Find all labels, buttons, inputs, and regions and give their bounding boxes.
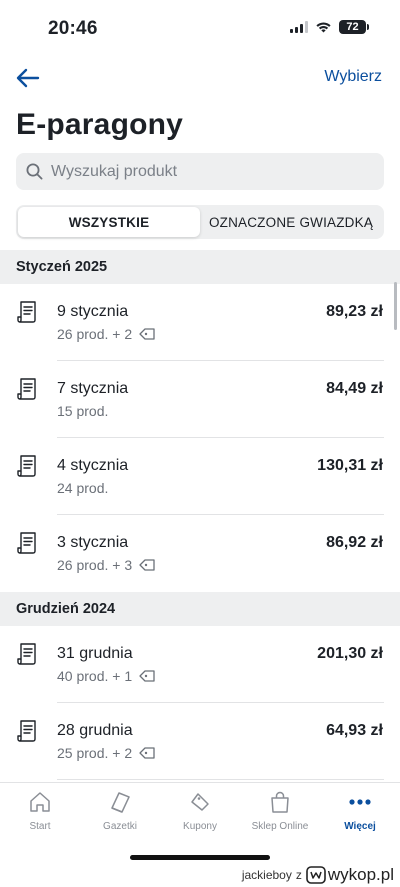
watermark-separator: z — [295, 868, 302, 882]
select-button[interactable]: Wybierz — [324, 68, 382, 86]
receipt-icon — [17, 532, 36, 554]
page-title: E-paragony — [16, 108, 184, 141]
coupon-icon — [191, 793, 209, 811]
status-icons: 72 — [290, 20, 369, 34]
receipt-icon — [17, 643, 36, 665]
receipts-list[interactable]: Styczeń 2025 9 stycznia 26 prod. + 2 89,… — [0, 250, 400, 782]
wifi-icon — [316, 22, 331, 33]
segment-all[interactable]: WSZYSTKIE — [18, 207, 200, 237]
shopping-bag-icon — [271, 791, 289, 813]
tab-gazetki[interactable]: Gazetki — [80, 789, 160, 837]
receipt-price: 130,31 zł — [317, 457, 383, 474]
receipt-date: 9 stycznia — [57, 303, 129, 320]
receipt-product-count: 15 prod. — [57, 403, 109, 419]
receipt-price: 84,49 zł — [326, 380, 383, 397]
search-input[interactable] — [51, 162, 371, 181]
coupon-tag-icon — [139, 747, 155, 759]
home-icon — [30, 792, 50, 812]
cellular-signal-icon — [290, 21, 308, 33]
segment-starred[interactable]: OZNACZONE GWIAZDKĄ — [200, 207, 382, 237]
back-button[interactable] — [14, 65, 42, 91]
receipt-row[interactable]: 7 stycznia 15 prod. 84,49 zł — [0, 361, 400, 438]
receipt-meta: 24 prod. — [57, 480, 108, 496]
receipt-price: 86,92 zł — [326, 534, 383, 551]
battery-level: 72 — [346, 21, 359, 33]
receipt-price: 64,93 zł — [326, 722, 383, 739]
receipt-date: 31 grudnia — [57, 645, 133, 662]
search-bar[interactable] — [16, 153, 384, 190]
scrollbar-thumb[interactable] — [394, 282, 397, 330]
more-icon — [349, 799, 371, 805]
coupon-tag-icon — [139, 559, 155, 571]
receipt-row[interactable]: 4 stycznia 24 prod. 130,31 zł — [0, 438, 400, 515]
section-header: Styczeń 2025 — [0, 250, 400, 284]
tab-kupony[interactable]: Kupony — [160, 789, 240, 837]
receipt-row[interactable]: 3 stycznia 26 prod. + 3 86,92 zł — [0, 515, 400, 592]
search-icon — [26, 163, 43, 180]
tab-wiecej[interactable]: Więcej — [320, 789, 400, 837]
receipt-product-count: 40 prod. + 1 — [57, 668, 133, 684]
battery-icon: 72 — [339, 20, 369, 34]
receipt-date: 7 stycznia — [57, 380, 129, 397]
receipt-meta: 15 prod. — [57, 403, 108, 419]
tab-label: Sklep Online — [251, 821, 309, 832]
receipt-product-count: 26 prod. + 2 — [57, 326, 133, 342]
status-time: 20:46 — [48, 18, 98, 39]
receipt-row[interactable]: 31 grudnia 40 prod. + 1 201,30 zł — [0, 626, 400, 703]
receipt-meta: 26 prod. + 2 — [57, 326, 156, 342]
section-header: Grudzień 2024 — [0, 592, 400, 626]
receipt-product-count: 25 prod. + 2 — [57, 745, 133, 761]
row-divider — [57, 779, 384, 780]
tab-label: Więcej — [344, 821, 376, 832]
receipt-row[interactable]: 9 stycznia 26 prod. + 2 89,23 zł — [0, 284, 400, 361]
receipt-meta: 40 prod. + 1 — [57, 668, 156, 684]
receipt-row[interactable]: 28 grudnia 25 prod. + 2 64,93 zł — [0, 703, 400, 780]
receipt-icon — [17, 378, 36, 400]
tab-label: Start — [29, 821, 51, 832]
receipt-date: 28 grudnia — [57, 722, 133, 739]
tab-label: Gazetki — [103, 821, 137, 832]
receipt-product-count: 26 prod. + 3 — [57, 557, 133, 573]
watermark-site: wykop.pl — [327, 865, 394, 884]
filter-segmented-control: WSZYSTKIE OZNACZONE GWIAZDKĄ — [16, 205, 384, 239]
receipt-meta: 26 prod. + 3 — [57, 557, 156, 573]
watermark-user: jackieboy — [241, 868, 292, 882]
receipt-icon — [17, 720, 36, 742]
home-indicator — [130, 855, 270, 860]
receipt-date: 4 stycznia — [57, 457, 129, 474]
tab-label: Kupony — [183, 821, 217, 832]
watermark-logo: wykop.pl — [306, 865, 394, 885]
receipt-icon — [17, 301, 36, 323]
status-bar: 20:46 72 — [0, 0, 400, 56]
receipt-price: 89,23 zł — [326, 303, 383, 320]
watermark: jackieboy z wykop.pl — [242, 865, 394, 885]
receipt-price: 201,30 zł — [317, 645, 383, 662]
coupon-tag-icon — [139, 670, 155, 682]
receipt-date: 3 stycznia — [57, 534, 129, 551]
tab-start[interactable]: Start — [0, 789, 80, 837]
navigation-bar: Wybierz — [0, 56, 400, 100]
receipt-icon — [17, 455, 36, 477]
receipt-meta: 25 prod. + 2 — [57, 745, 156, 761]
wykop-logo-icon — [306, 866, 326, 884]
tab-sklep-online[interactable]: Sklep Online — [240, 789, 320, 837]
coupon-tag-icon — [139, 328, 155, 340]
leaflet-icon — [111, 792, 130, 813]
arrow-left-icon — [16, 68, 40, 88]
receipt-product-count: 24 prod. — [57, 480, 109, 496]
